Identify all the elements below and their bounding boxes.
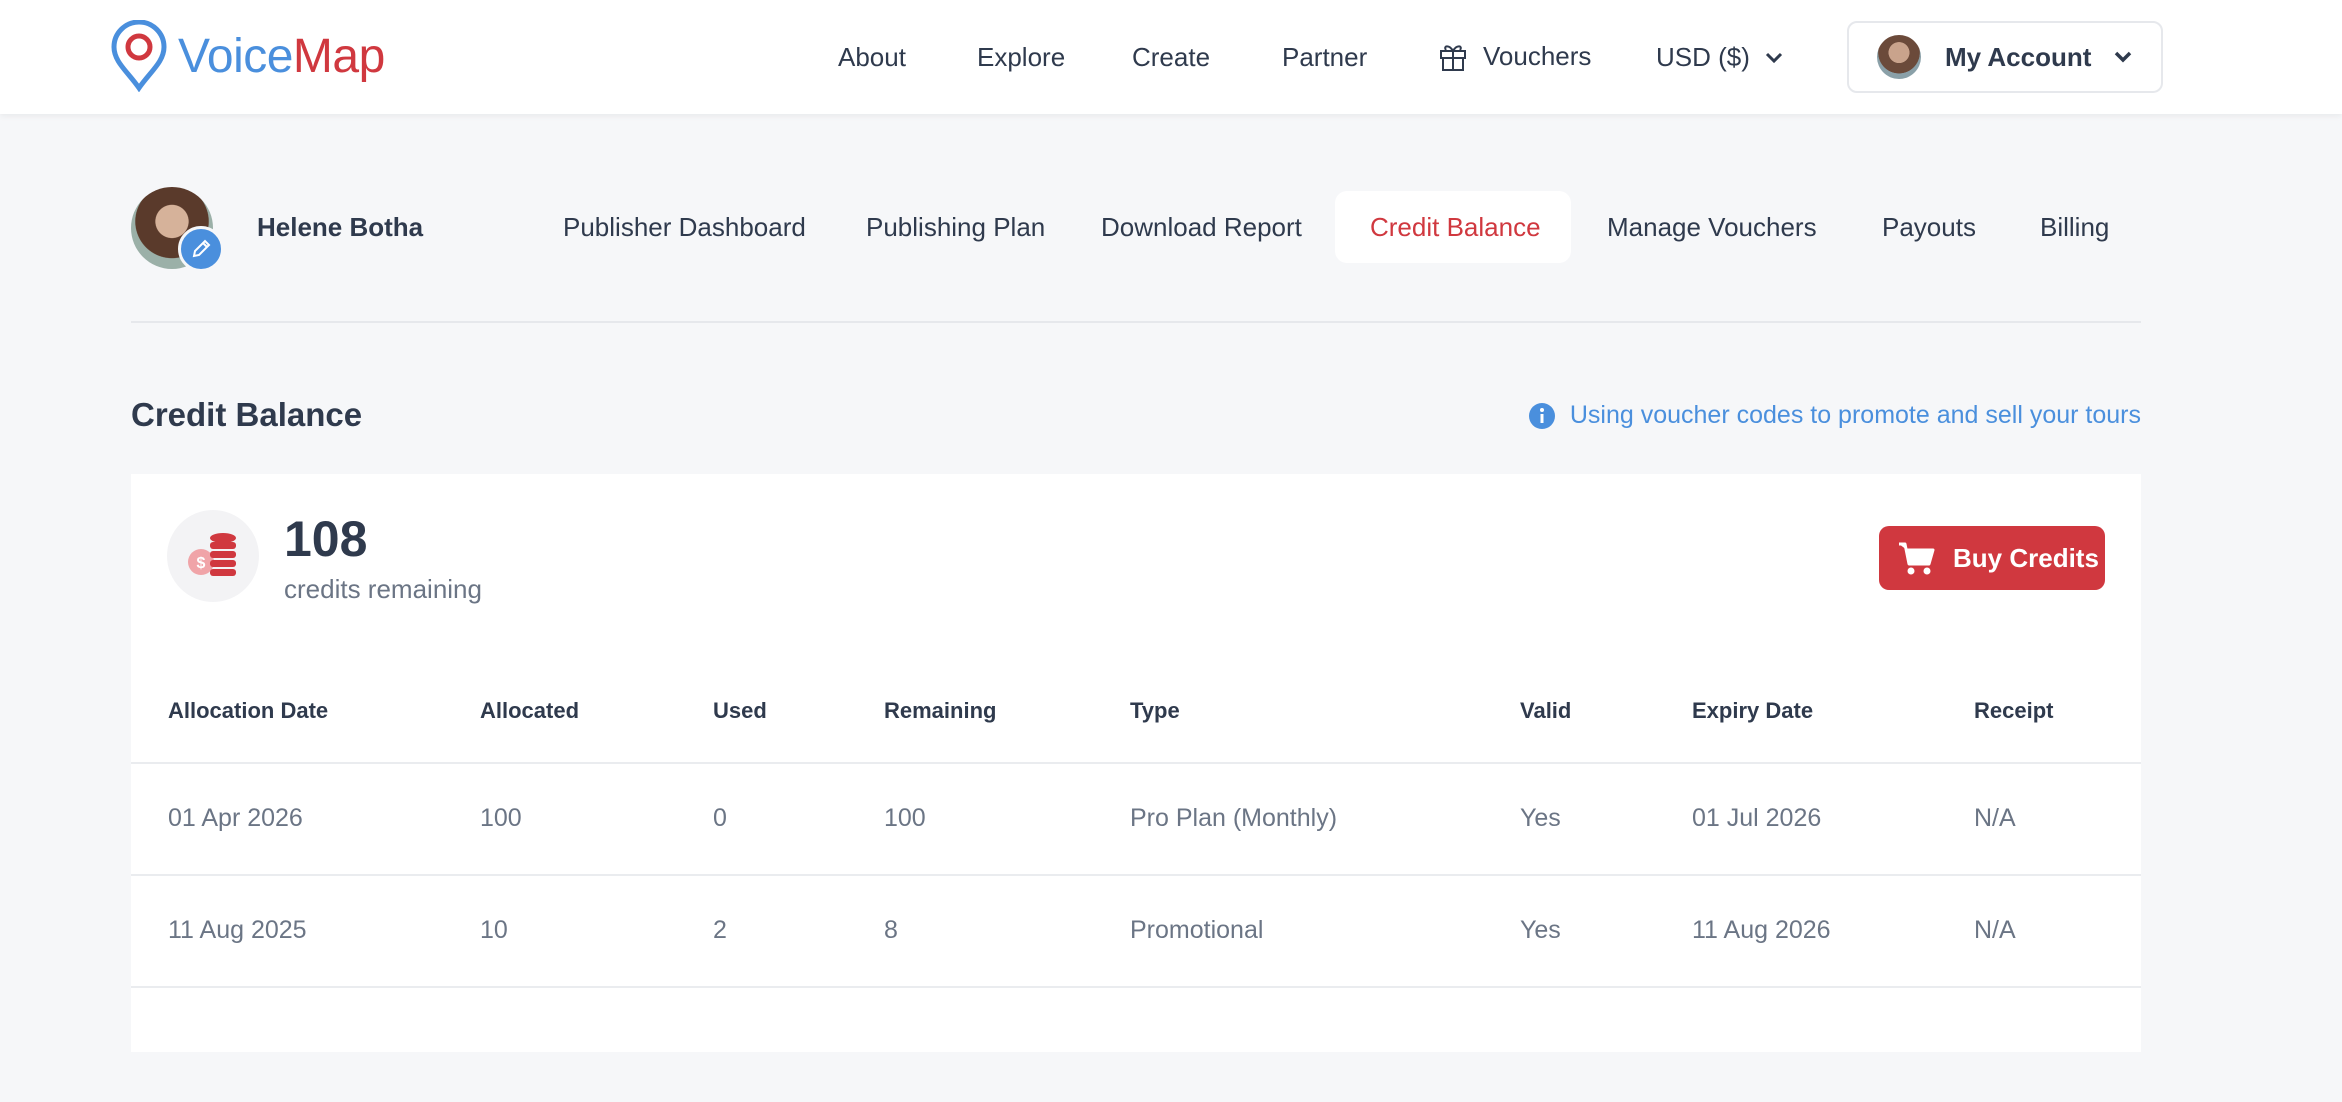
col-receipt: Receipt bbox=[1974, 698, 2054, 723]
avatar bbox=[1877, 35, 1921, 79]
nav-create[interactable]: Create bbox=[1132, 42, 1210, 73]
cell-remaining: 8 bbox=[884, 916, 898, 944]
nav-explore[interactable]: Explore bbox=[977, 42, 1065, 73]
currency-selector[interactable]: USD ($) bbox=[1656, 42, 1784, 73]
col-allocated: Allocated bbox=[480, 698, 580, 723]
coins-icon-badge: $ bbox=[167, 510, 259, 602]
cell-used: 0 bbox=[713, 804, 727, 832]
section-divider bbox=[131, 321, 2141, 323]
col-remaining: Remaining bbox=[884, 698, 997, 723]
svg-text:$: $ bbox=[197, 555, 206, 572]
logo-text: VoiceMap bbox=[178, 29, 385, 84]
nav-partner[interactable]: Partner bbox=[1282, 42, 1367, 73]
coins-icon: $ bbox=[188, 533, 236, 576]
my-account-button[interactable]: My Account bbox=[1847, 21, 2163, 93]
credits-remaining-label: credits remaining bbox=[284, 574, 482, 604]
table-row: 01 Apr 2026 100 0 100 Pro Plan (Monthly)… bbox=[131, 762, 2141, 874]
cell-valid: Yes bbox=[1520, 804, 1561, 832]
cell-allocation-date: 11 Aug 2025 bbox=[168, 916, 307, 944]
cell-expiry-date: 01 Jul 2026 bbox=[1692, 804, 1822, 832]
user-name: Helene Botha bbox=[257, 212, 424, 242]
tab-credit-balance[interactable]: Credit Balance bbox=[1370, 212, 1541, 243]
cell-used: 2 bbox=[713, 916, 727, 944]
col-expiry-date: Expiry Date bbox=[1692, 698, 1814, 723]
cell-type: Pro Plan (Monthly) bbox=[1130, 804, 1338, 832]
currency-label: USD ($) bbox=[1656, 42, 1750, 72]
cell-type: Promotional bbox=[1130, 916, 1264, 944]
table-row: 11 Aug 2025 10 2 8 Promotional Yes 11 Au… bbox=[131, 874, 2141, 986]
tab-publishing-plan[interactable]: Publishing Plan bbox=[866, 212, 1045, 243]
col-valid: Valid bbox=[1520, 698, 1572, 723]
buy-credits-label: Buy Credits bbox=[1953, 542, 2099, 573]
cell-allocated: 100 bbox=[480, 804, 522, 832]
voicemap-logo[interactable]: VoiceMap bbox=[108, 18, 385, 94]
map-pin-icon bbox=[111, 20, 167, 92]
pencil-icon bbox=[192, 239, 211, 258]
tab-publisher-dashboard[interactable]: Publisher Dashboard bbox=[563, 212, 806, 243]
voucher-info-link[interactable]: Using voucher codes to promote and sell … bbox=[1528, 401, 2141, 430]
gift-icon bbox=[1440, 45, 1466, 71]
edit-avatar-button[interactable] bbox=[178, 226, 224, 272]
cell-valid: Yes bbox=[1520, 916, 1561, 944]
col-type: Type bbox=[1130, 698, 1180, 723]
chevron-down-icon bbox=[2114, 51, 2132, 63]
nav-about[interactable]: About bbox=[838, 42, 906, 73]
chevron-down-icon bbox=[1765, 52, 1782, 63]
tab-payouts[interactable]: Payouts bbox=[1882, 212, 1976, 243]
cell-receipt: N/A bbox=[1974, 804, 2016, 832]
shopping-cart-icon bbox=[1899, 542, 1935, 575]
cell-expiry-date: 11 Aug 2026 bbox=[1692, 916, 1831, 944]
top-header: VoiceMap About Explore Create Partner Vo… bbox=[0, 0, 2342, 114]
col-used: Used bbox=[713, 698, 767, 723]
credit-balance-card: $ 108 credits remaining Buy Credits Allo… bbox=[131, 474, 2141, 1052]
info-icon bbox=[1528, 402, 1555, 429]
nav-vouchers[interactable]: Vouchers bbox=[1437, 40, 1591, 72]
voucher-info-text: Using voucher codes to promote and sell … bbox=[1569, 401, 2141, 429]
cell-receipt: N/A bbox=[1974, 916, 2016, 944]
nav-vouchers-label: Vouchers bbox=[1483, 40, 1592, 71]
table-bottom-border bbox=[131, 986, 2141, 988]
tab-manage-vouchers[interactable]: Manage Vouchers bbox=[1607, 212, 1817, 243]
cell-remaining: 100 bbox=[884, 804, 926, 832]
tab-billing[interactable]: Billing bbox=[2040, 212, 2109, 243]
col-allocation-date: Allocation Date bbox=[168, 698, 329, 723]
credits-remaining-value: 108 bbox=[284, 511, 368, 567]
logo-map: Map bbox=[292, 29, 385, 83]
tab-download-report[interactable]: Download Report bbox=[1101, 212, 1302, 243]
cell-allocated: 10 bbox=[480, 916, 508, 944]
buy-credits-button[interactable]: Buy Credits bbox=[1879, 526, 2105, 590]
my-account-label: My Account bbox=[1945, 41, 2092, 72]
logo-voice: Voice bbox=[178, 29, 293, 83]
page-title: Credit Balance bbox=[131, 396, 363, 433]
cell-allocation-date: 01 Apr 2026 bbox=[168, 804, 303, 832]
